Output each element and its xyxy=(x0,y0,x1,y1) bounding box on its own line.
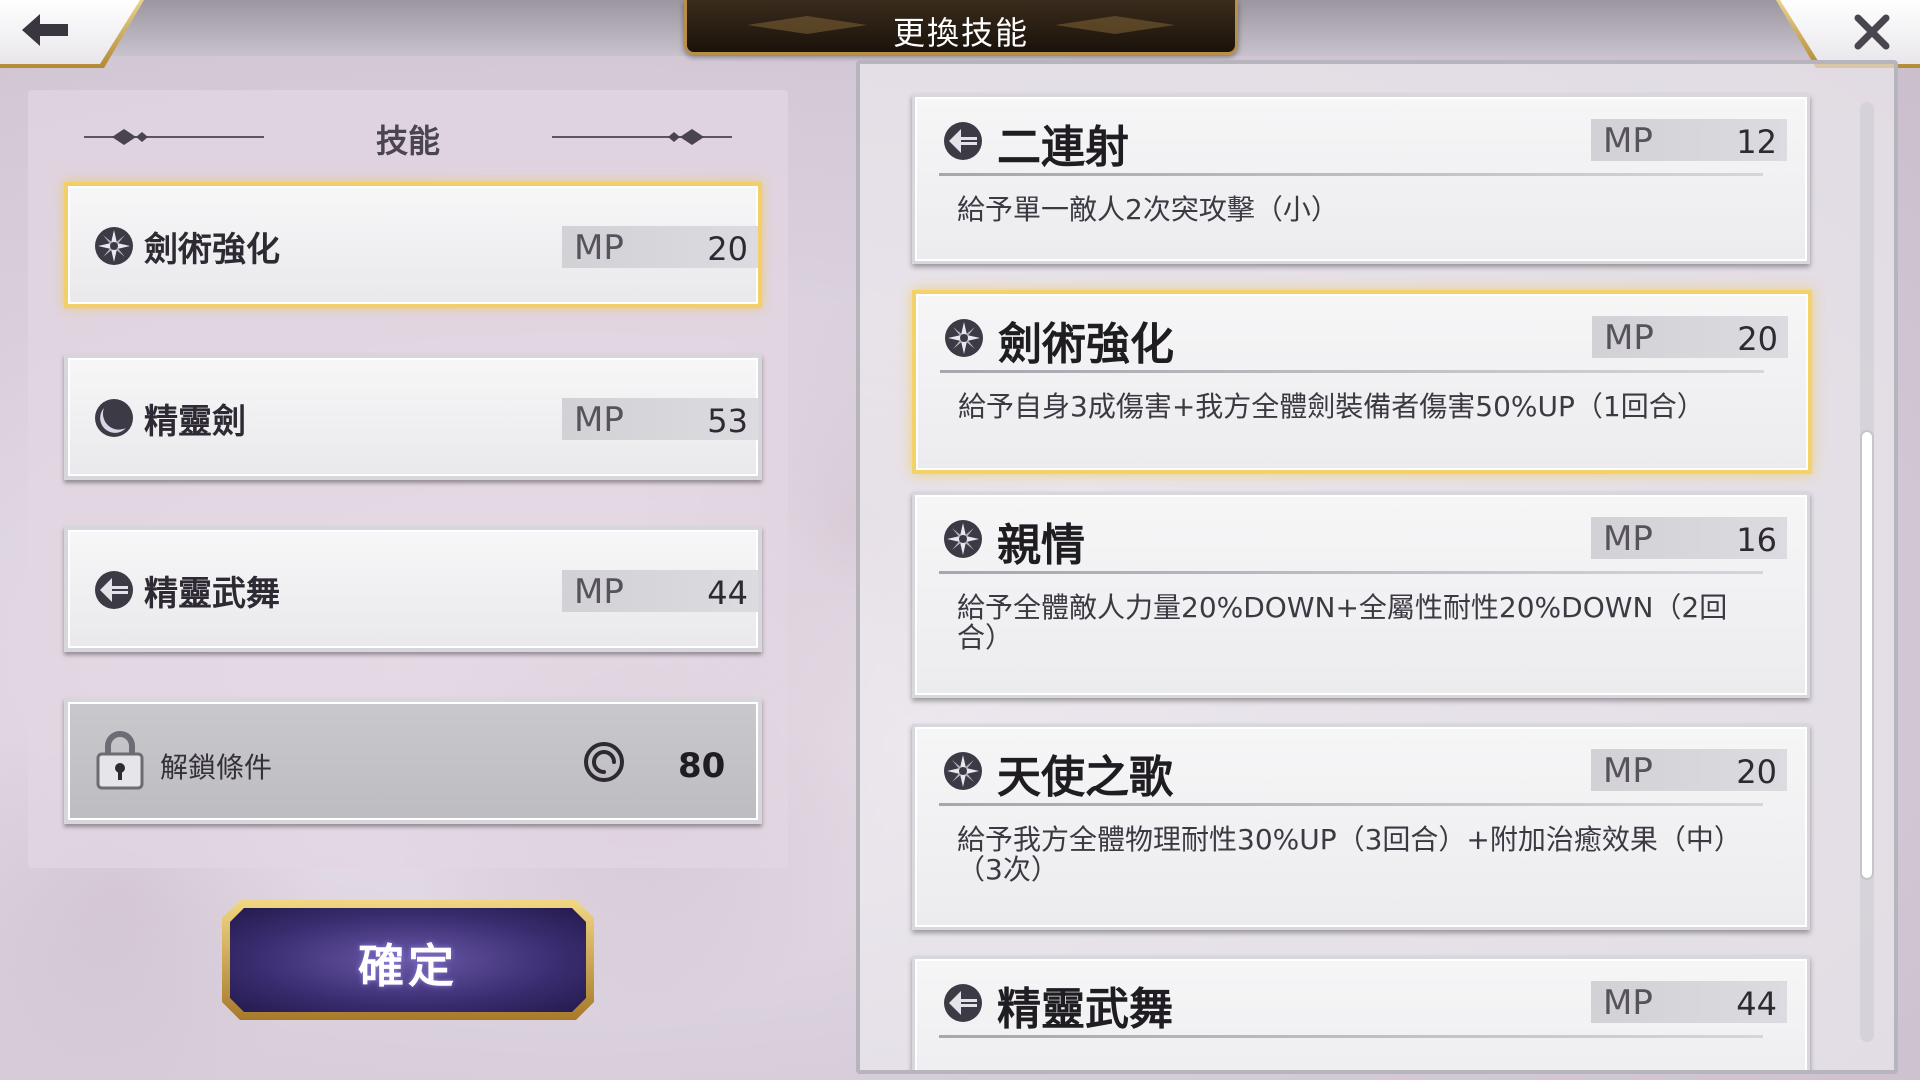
unlock-condition-value: 80 xyxy=(678,746,726,786)
confirm-button[interactable]: 確定 xyxy=(222,900,594,1020)
mp-cost: MP 16 xyxy=(1591,517,1787,559)
mp-value: 44 xyxy=(1736,985,1777,1023)
mp-label: MP xyxy=(1603,751,1653,791)
mp-cost: MP 20 xyxy=(1591,749,1787,791)
mp-label: MP xyxy=(574,400,624,440)
skill-description: 給予我方全體物理耐性30%UP（3回合）+附加治癒效果（中）（3次） xyxy=(957,823,1742,886)
skill-name: 精靈武舞 xyxy=(144,574,280,614)
mp-value: 20 xyxy=(1736,753,1777,791)
close-icon xyxy=(1854,14,1890,50)
unlock-condition-label: 解鎖條件 xyxy=(160,751,273,784)
mp-label: MP xyxy=(574,572,624,612)
arrow-emblem-icon xyxy=(944,984,982,1022)
holy-star-icon xyxy=(95,227,133,265)
skill-name: 精靈劍 xyxy=(144,402,246,442)
lock-icon xyxy=(96,731,144,790)
confirm-label: 確定 xyxy=(358,939,458,993)
skill-slot-3[interactable]: 精靈武舞 MP 44 xyxy=(64,526,762,652)
skill-name: 天使之歌 xyxy=(997,752,1173,803)
mp-label: MP xyxy=(1603,519,1653,559)
mp-value: 12 xyxy=(1736,123,1777,161)
skill-name: 親情 xyxy=(997,520,1085,571)
skill-list-panel: 二連射 MP 12 給予單一敵人2次突攻擊（小） 劍術強化 MP 20 給予自身… xyxy=(856,60,1898,1074)
mp-label: MP xyxy=(1604,318,1654,358)
divider xyxy=(939,571,1763,574)
skill-description: 給予自身3成傷害+我方全體劍裝備者傷害50%UP（1回合） xyxy=(958,390,1705,423)
scrollbar-thumb[interactable] xyxy=(1860,430,1874,880)
divider xyxy=(940,370,1764,373)
mp-label: MP xyxy=(1603,983,1653,1023)
mp-value: 53 xyxy=(707,402,748,440)
skill-name: 二連射 xyxy=(997,122,1129,173)
ornament-right-icon xyxy=(552,129,732,145)
divider xyxy=(939,173,1763,176)
mp-cost: MP 20 xyxy=(562,226,758,268)
equipped-skills-panel: 技能 劍術強化 MP 20 精靈劍 MP 53 精靈武舞 MP 44 解鎖條件 … xyxy=(28,90,788,868)
skill-card-5[interactable]: 精靈武舞 MP 44 xyxy=(912,956,1810,1070)
mp-cost: MP 12 xyxy=(1591,119,1787,161)
mp-label: MP xyxy=(1603,121,1653,161)
skill-name: 劍術強化 xyxy=(998,319,1174,370)
skill-card-3[interactable]: 親情 MP 16 給予全體敵人力量20%DOWN+全屬性耐性20%DOWN（2回… xyxy=(912,492,1810,698)
skill-description: 給予單一敵人2次突攻擊（小） xyxy=(957,193,1339,226)
skill-name: 劍術強化 xyxy=(144,230,280,270)
title-plate: 更換技能 xyxy=(684,0,1238,55)
skill-slot-1[interactable]: 劍術強化 MP 20 xyxy=(64,182,762,308)
arrow-emblem-icon xyxy=(95,571,133,609)
arrow-emblem-icon xyxy=(944,122,982,160)
swirl-icon xyxy=(584,742,624,782)
mp-value: 20 xyxy=(1737,320,1778,358)
locked-skill-slot[interactable]: 解鎖條件 80 xyxy=(64,698,762,824)
mp-value: 44 xyxy=(707,574,748,612)
crescent-orb-icon xyxy=(95,399,133,437)
mp-label: MP xyxy=(574,228,624,268)
mp-value: 16 xyxy=(1736,521,1777,559)
scrollbar[interactable] xyxy=(1860,102,1874,1042)
back-arrow-icon xyxy=(22,14,68,46)
divider xyxy=(939,1035,1763,1038)
panel-header: 技能 xyxy=(28,110,788,160)
skill-card-1[interactable]: 二連射 MP 12 給予單一敵人2次突攻擊（小） xyxy=(912,94,1810,264)
holy-star-icon xyxy=(944,752,982,790)
holy-star-icon xyxy=(945,319,983,357)
skill-name: 精靈武舞 xyxy=(997,984,1173,1035)
mp-value: 20 xyxy=(707,230,748,268)
holy-star-icon xyxy=(944,520,982,558)
mp-cost: MP 53 xyxy=(562,398,758,440)
divider xyxy=(939,803,1763,806)
skill-slot-2[interactable]: 精靈劍 MP 53 xyxy=(64,354,762,480)
mp-cost: MP 44 xyxy=(562,570,758,612)
skill-card-2[interactable]: 劍術強化 MP 20 給予自身3成傷害+我方全體劍裝備者傷害50%UP（1回合） xyxy=(912,290,1812,474)
mp-cost: MP 44 xyxy=(1591,981,1787,1023)
skill-card-4[interactable]: 天使之歌 MP 20 給予我方全體物理耐性30%UP（3回合）+附加治癒效果（中… xyxy=(912,724,1810,930)
skill-description: 給予全體敵人力量20%DOWN+全屬性耐性20%DOWN（2回合） xyxy=(957,591,1728,654)
mp-cost: MP 20 xyxy=(1592,316,1788,358)
page-title: 更換技能 xyxy=(892,14,1029,52)
